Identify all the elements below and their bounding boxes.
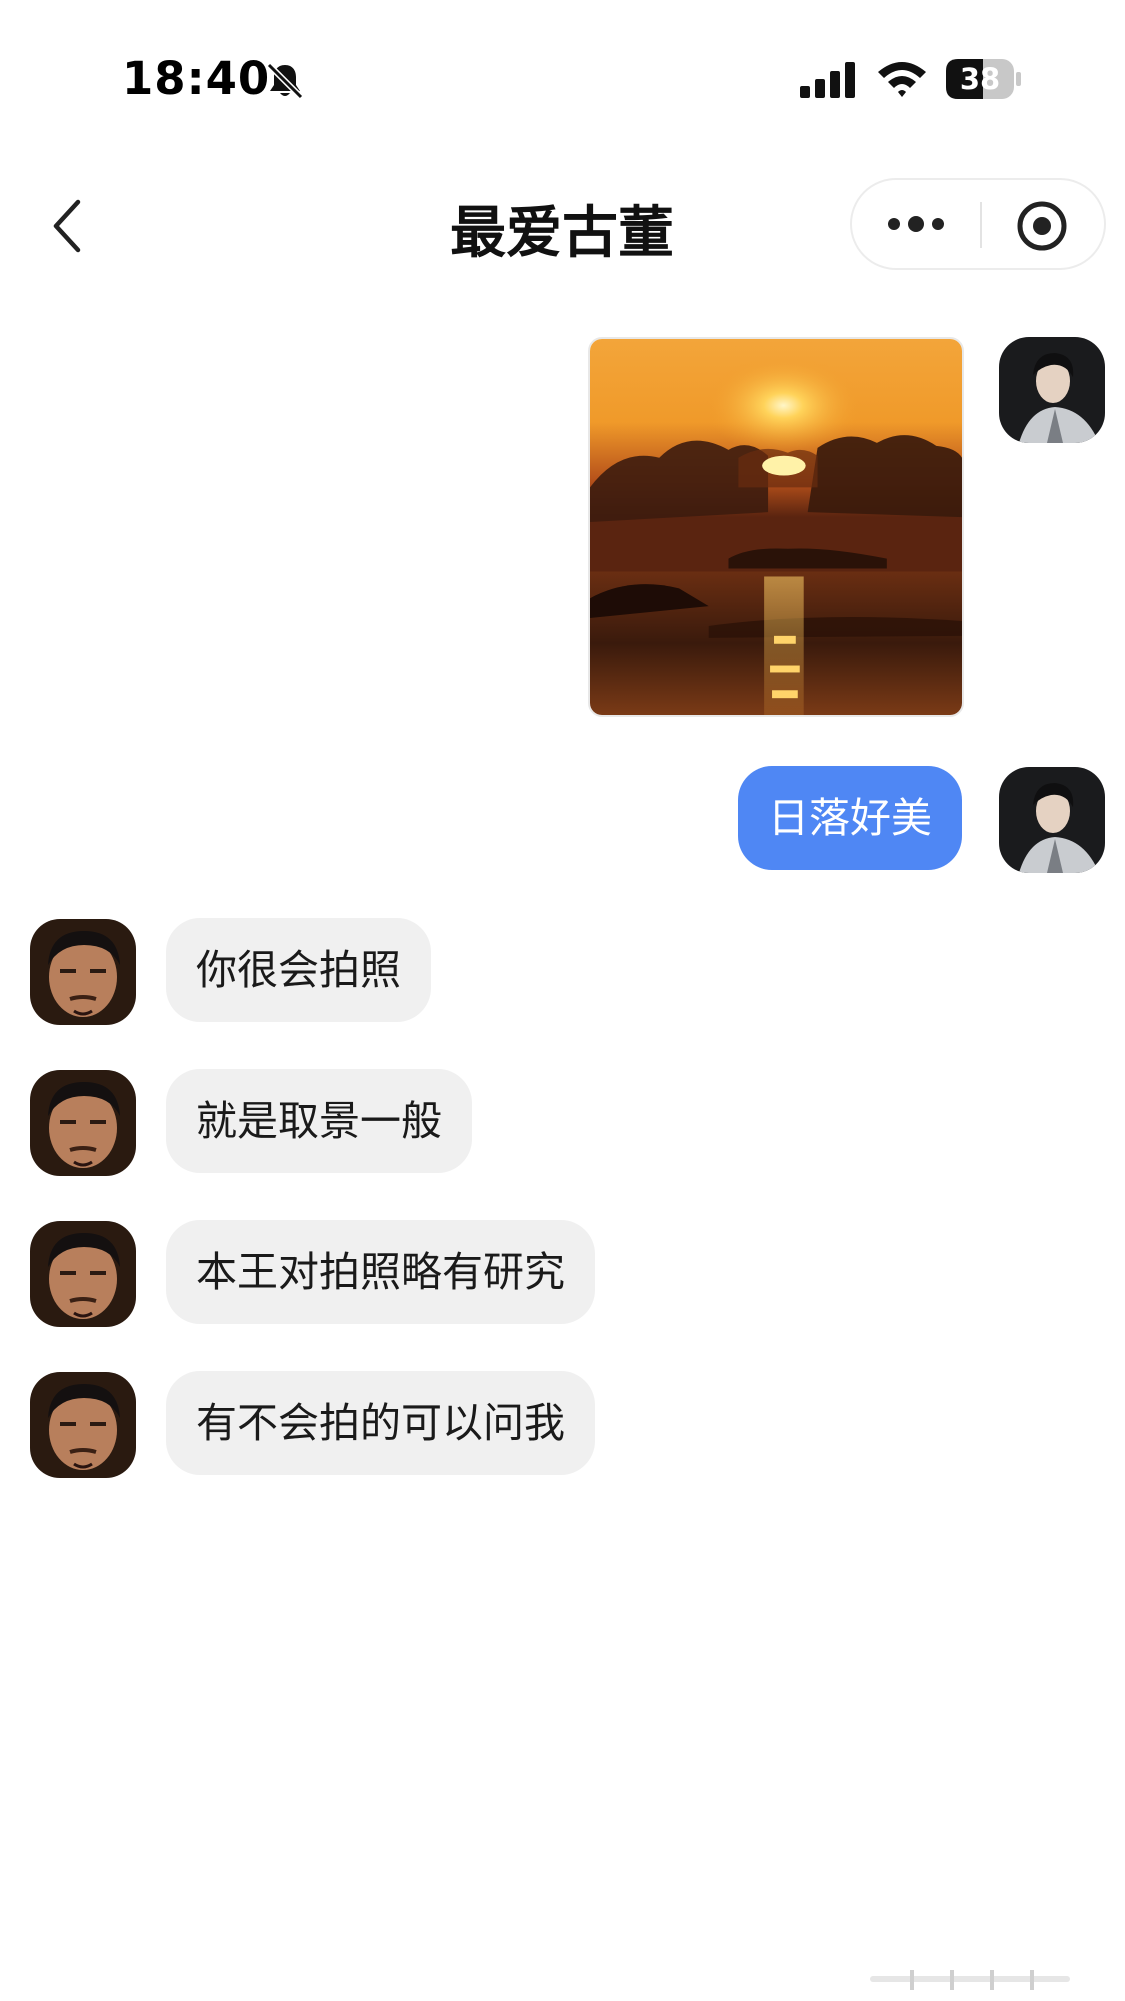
message-bubble-other[interactable]: 有不会拍的可以问我: [166, 1371, 595, 1475]
status-time: 18:40: [122, 52, 271, 105]
message-bubble-other[interactable]: 本王对拍照略有研究: [166, 1220, 595, 1324]
other-avatar[interactable]: [30, 1221, 136, 1327]
more-icon[interactable]: [884, 204, 948, 244]
message-bubble-me[interactable]: 日落好美: [738, 766, 962, 870]
page-title: 最爱古董: [450, 201, 674, 266]
image-message[interactable]: [588, 337, 964, 717]
message-bubble-other[interactable]: 你很会拍照: [166, 918, 431, 1022]
close-icon[interactable]: [1016, 200, 1068, 252]
sunset-photo: [590, 339, 962, 715]
other-avatar[interactable]: [30, 1372, 136, 1478]
wifi-icon: [878, 62, 926, 97]
message-bubble-other[interactable]: 就是取景一般: [166, 1069, 472, 1173]
battery-level: 38: [959, 62, 1001, 96]
my-avatar[interactable]: [999, 337, 1105, 443]
status-bar: 18:40 38: [0, 0, 1125, 150]
home-indicator: [870, 1970, 1070, 1990]
signal-icon: [800, 62, 855, 98]
mini-program-capsule: [850, 178, 1106, 270]
bell-slash-icon: [266, 62, 304, 100]
capsule-divider: [980, 202, 982, 248]
my-avatar[interactable]: [999, 767, 1105, 873]
other-avatar[interactable]: [30, 1070, 136, 1176]
other-avatar[interactable]: [30, 919, 136, 1025]
back-icon[interactable]: [48, 196, 88, 256]
